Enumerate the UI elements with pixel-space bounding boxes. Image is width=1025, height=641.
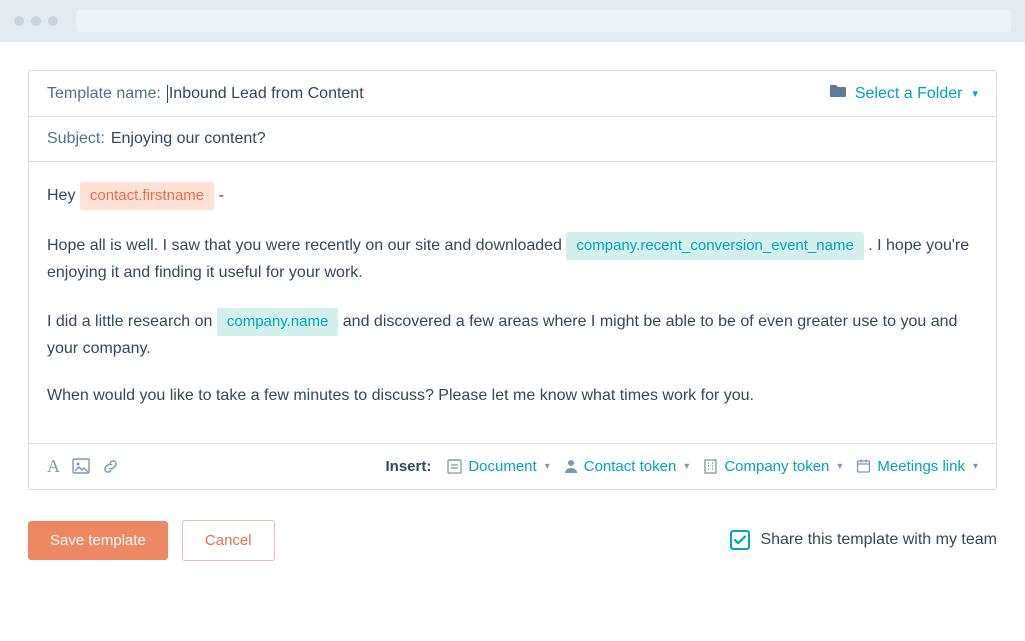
- window-controls: [14, 16, 58, 26]
- text-cursor: [167, 85, 168, 103]
- share-template-option[interactable]: Share this template with my team: [730, 530, 997, 550]
- body-paragraph-3: When would you like to take a few minute…: [47, 383, 978, 409]
- window-dot: [48, 16, 58, 26]
- insert-company-token-dropdown[interactable]: Company token ▾: [703, 458, 842, 475]
- template-name-row: Template name: Inbound Lead from Content…: [29, 71, 996, 117]
- chevron-down-icon: ▾: [837, 461, 842, 472]
- building-icon: [703, 458, 718, 474]
- template-name-label: Template name:: [47, 85, 161, 103]
- share-label: Share this template with my team: [760, 531, 997, 549]
- subject-row: Subject: Enjoying our content?: [29, 117, 996, 162]
- token-company-conversion[interactable]: company.recent_conversion_event_name: [566, 232, 863, 260]
- window-dot: [31, 16, 41, 26]
- chevron-down-icon: ▾: [972, 87, 978, 100]
- folder-icon: [829, 84, 847, 103]
- person-icon: [564, 458, 578, 474]
- calendar-icon: [856, 458, 871, 474]
- subject-input[interactable]: Enjoying our content?: [111, 130, 266, 148]
- footer-actions: Save template Cancel Share this template…: [28, 490, 997, 561]
- template-name-input[interactable]: Inbound Lead from Content: [169, 85, 364, 103]
- text-format-icon[interactable]: A: [47, 456, 60, 477]
- window-dot: [14, 16, 24, 26]
- email-body-editor[interactable]: Hey contact.firstname - Hope all is well…: [29, 162, 996, 443]
- subject-label: Subject:: [47, 130, 105, 148]
- browser-chrome: [0, 0, 1025, 42]
- select-folder-dropdown[interactable]: Select a Folder ▾: [829, 84, 978, 103]
- editor-toolbar: A Insert: Document ▾ Con: [29, 443, 996, 489]
- insert-contact-token-dropdown[interactable]: Contact token ▾: [564, 458, 690, 475]
- url-bar[interactable]: [76, 10, 1011, 32]
- body-paragraph-2: I did a little research on company.name …: [47, 308, 978, 362]
- chevron-down-icon: ▾: [973, 461, 978, 472]
- cancel-button[interactable]: Cancel: [182, 520, 275, 561]
- insert-meetings-link-dropdown[interactable]: Meetings link ▾: [856, 458, 978, 475]
- chevron-down-icon: ▾: [545, 461, 550, 472]
- save-template-button[interactable]: Save template: [28, 521, 168, 560]
- share-checkbox[interactable]: [730, 530, 750, 550]
- document-icon: [447, 458, 462, 474]
- insert-document-dropdown[interactable]: Document ▾: [447, 458, 549, 475]
- link-icon[interactable]: [102, 458, 119, 475]
- image-icon[interactable]: [72, 458, 90, 474]
- chevron-down-icon: ▾: [684, 461, 689, 472]
- token-company-name[interactable]: company.name: [217, 308, 338, 336]
- body-paragraph-1: Hope all is well. I saw that you were re…: [47, 232, 978, 286]
- select-folder-label: Select a Folder: [855, 85, 963, 103]
- token-contact-firstname[interactable]: contact.firstname: [80, 182, 214, 210]
- template-editor: Template name: Inbound Lead from Content…: [28, 70, 997, 490]
- insert-label: Insert:: [385, 458, 431, 475]
- body-greeting: Hey contact.firstname -: [47, 182, 978, 210]
